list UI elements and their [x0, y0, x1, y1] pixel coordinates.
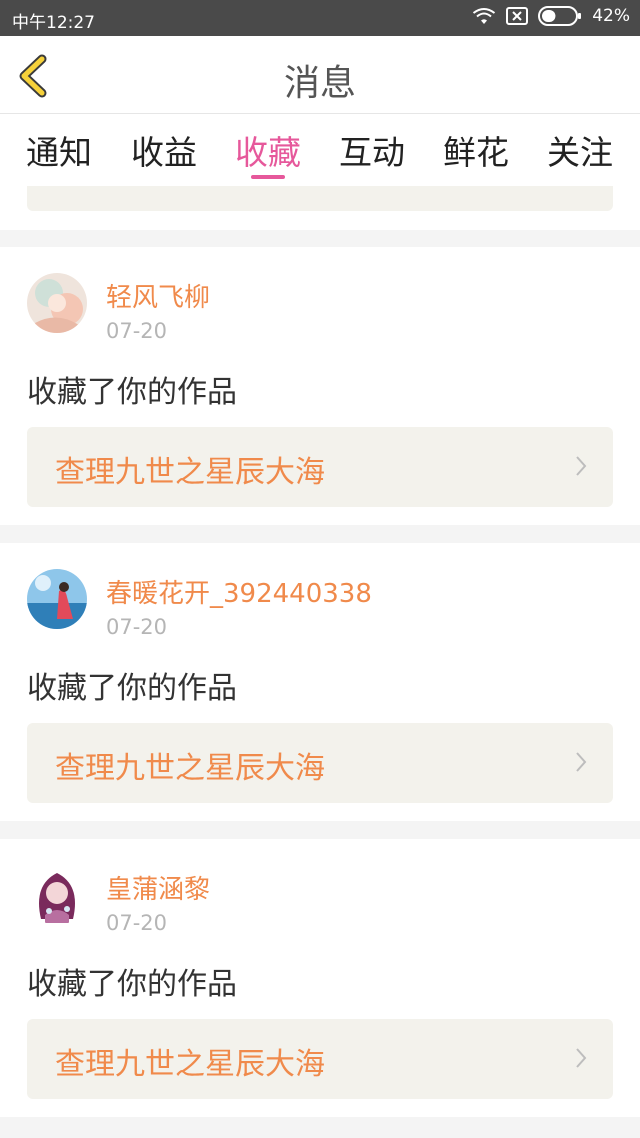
chevron-right-icon	[576, 456, 587, 476]
battery-icon	[538, 6, 582, 26]
tab-favorites[interactable]: 收藏	[235, 126, 301, 174]
message-action-text: 收藏了你的作品	[27, 375, 237, 410]
username[interactable]: 轻风飞柳	[106, 277, 210, 314]
active-tab-indicator	[251, 175, 285, 179]
chevron-right-icon	[576, 1048, 587, 1068]
work-link[interactable]: 查理九世之星辰大海	[27, 723, 613, 803]
tab-following[interactable]: 关注	[547, 126, 613, 174]
partial-message-card	[0, 186, 640, 230]
work-title: 查理九世之星辰大海	[55, 1047, 325, 1082]
work-link[interactable]: 查理九世之星辰大海	[27, 1019, 613, 1099]
status-icons: 42%	[472, 6, 630, 26]
avatar[interactable]	[27, 569, 87, 629]
tab-earnings[interactable]: 收益	[131, 126, 197, 174]
tab-bar: 通知 收益 收藏 互动 鲜花 关注	[0, 114, 640, 186]
message-date: 07-20	[106, 319, 168, 343]
tab-flowers[interactable]: 鲜花	[443, 126, 509, 174]
status-bar: 中午12:27 42%	[0, 0, 640, 36]
sim-x-icon	[506, 7, 529, 25]
username[interactable]: 春暖花开_392440338	[106, 573, 372, 610]
status-time: 中午12:27	[12, 13, 95, 33]
page-title: 消息	[283, 63, 356, 104]
message-card: 轻风飞柳 07-20 收藏了你的作品 查理九世之星辰大海	[0, 247, 640, 525]
work-title: 查理九世之星辰大海	[55, 455, 325, 490]
message-card: 皇蒲涵黎 07-20 收藏了你的作品 查理九世之星辰大海	[0, 839, 640, 1117]
message-action-text: 收藏了你的作品	[27, 967, 237, 1002]
avatar[interactable]	[27, 865, 87, 925]
message-action-text: 收藏了你的作品	[27, 671, 237, 706]
tab-interactions[interactable]: 互动	[339, 126, 405, 174]
avatar[interactable]	[27, 273, 87, 333]
message-date: 07-20	[106, 615, 168, 639]
work-title: 查理九世之星辰大海	[55, 751, 325, 786]
message-date: 07-20	[106, 911, 168, 935]
tab-notifications[interactable]: 通知	[26, 126, 92, 174]
work-link[interactable]: 查理九世之星辰大海	[27, 427, 613, 507]
wifi-icon	[473, 8, 496, 24]
message-card: 春暖花开_392440338 07-20 收藏了你的作品 查理九世之星辰大海	[0, 543, 640, 821]
battery-percent: 42%	[592, 6, 630, 26]
username[interactable]: 皇蒲涵黎	[106, 869, 210, 906]
chevron-right-icon	[576, 752, 587, 772]
nav-bar: 消息	[0, 36, 640, 114]
partial-work-box[interactable]	[27, 186, 613, 211]
